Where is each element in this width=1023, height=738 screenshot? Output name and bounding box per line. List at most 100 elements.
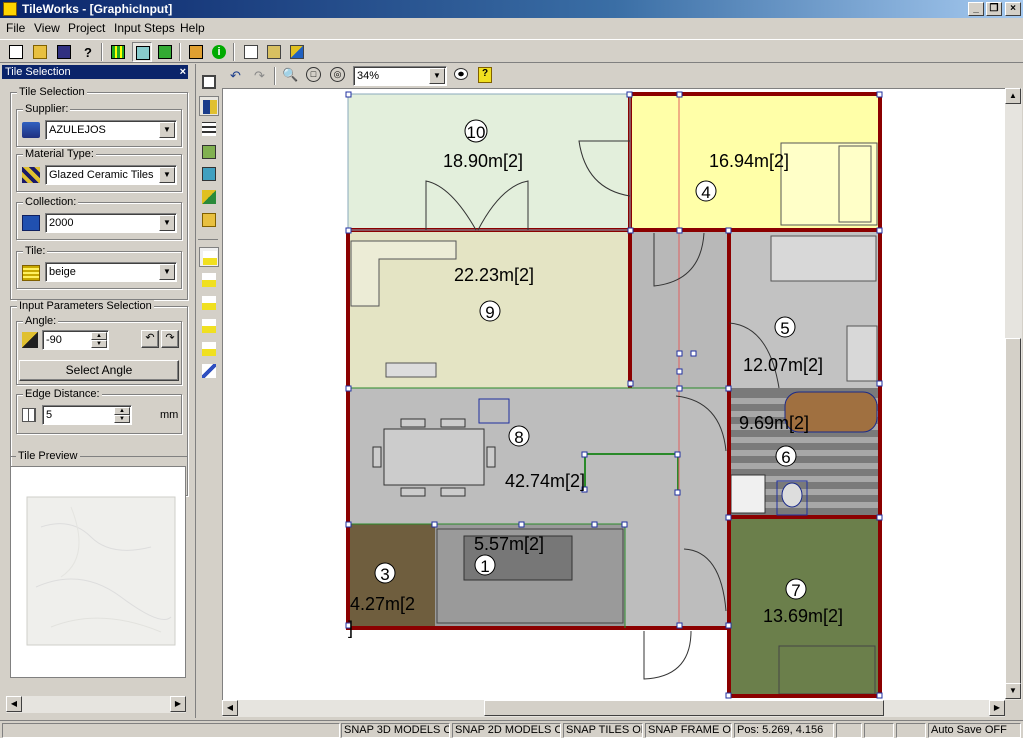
scroll-right-icon[interactable]: ▶ [170,696,186,712]
panel-title: Tile Selection [5,66,71,78]
status-autosave[interactable]: Auto Save OFF [928,723,1021,738]
scroll-left-icon[interactable]: ◀ [222,700,238,716]
close-button[interactable]: × [1005,2,1021,16]
scroll-up-icon[interactable]: ▲ [1005,88,1021,104]
scroll-left-icon[interactable]: ◀ [6,696,22,712]
chevron-down-icon[interactable]: ▼ [429,68,445,84]
grid-view-button[interactable] [108,42,128,62]
graphic-input-button[interactable] [132,42,152,62]
model-tool-button[interactable] [199,142,219,162]
add-point-tool-button[interactable] [199,247,219,267]
spin-down-icon[interactable]: ▼ [91,340,107,348]
menu-project[interactable]: Project [68,21,105,35]
spin-down-icon[interactable]: ▼ [114,415,130,423]
undo-icon[interactable]: ↶ [230,68,241,84]
cube-icon [202,190,216,204]
collection-select[interactable]: 2000 ▼ [45,213,177,233]
door-icon [202,75,216,89]
canvas-horizontal-scrollbar[interactable]: ◀ ▶ [222,700,1005,717]
room-10-area: 18.90m[2] [443,151,523,171]
cube-tool-button[interactable] [199,187,219,207]
scroll-right-icon[interactable]: ▶ [989,700,1005,716]
report-icon [244,45,258,59]
input-params-title: Input Parameters Selection [17,300,154,312]
insert-point-tool-button[interactable] [199,270,219,290]
zoom-value: 34% [357,70,380,82]
eye-icon[interactable] [454,68,468,80]
cabinet-5 [846,325,878,382]
zoom-extents-icon[interactable]: ◎ [330,67,345,82]
zoom-in-icon[interactable]: 🔍 [282,67,298,83]
status-empty-1 [836,723,862,738]
remove-point-tool-button[interactable] [199,316,219,336]
tile-layout-button[interactable] [155,42,175,62]
angle-spinner[interactable]: -90 ▲ ▼ [42,330,109,350]
room-4-area: 16.94m[2] [709,151,789,171]
room-10-number: 10 [467,123,486,142]
edge-distance-label: Edge Distance: [23,388,102,400]
menu-view[interactable]: View [34,21,60,35]
help-button[interactable]: ? [78,42,98,62]
menu-input-steps[interactable]: Input Steps [114,21,175,35]
corridor[interactable] [631,230,729,388]
new-file-button[interactable] [6,42,26,62]
spin-up-icon[interactable]: ▲ [91,332,107,340]
material-type-select[interactable]: Glazed Ceramic Tiles ▼ [45,165,177,185]
3d-view-button[interactable] [287,42,307,62]
report-button[interactable] [241,42,261,62]
chevron-down-icon[interactable]: ▼ [159,122,175,138]
select-angle-button[interactable]: Select Angle [19,360,179,381]
menu-file[interactable]: File [6,21,25,35]
status-snap-tiles[interactable]: SNAP TILES ON [563,723,643,738]
save-button[interactable] [54,42,74,62]
canvas-vertical-scrollbar[interactable]: ▲ ▼ [1005,88,1022,700]
edge-distance-spinner[interactable]: 5 ▲ ▼ [42,405,132,425]
move-point-tool-button[interactable] [199,339,219,359]
collection-label: Collection: [23,196,79,208]
pick-tool-button[interactable] [199,361,219,381]
room-3-area-overflow: ] [348,618,353,638]
door-tool-button[interactable] [199,72,219,92]
horizontal-scroll-thumb[interactable] [484,700,884,716]
layers-button[interactable] [264,42,284,62]
wall-tool-button[interactable] [199,119,219,139]
zoom-select[interactable]: 34% ▼ [353,66,447,86]
panel-close-icon[interactable]: × [180,65,186,79]
status-snap-3d[interactable]: SNAP 3D MODELS ON [341,723,450,738]
minimize-button[interactable]: _ [968,2,984,16]
room-3-area: 4.27m[2 [350,594,415,614]
tile-area-tool-button[interactable] [199,96,219,116]
bathtub-5 [770,235,877,282]
hint-icon[interactable]: ? [478,67,492,83]
room-4-number: 4 [701,183,710,202]
delete-point-tool-button[interactable] [199,293,219,313]
menu-help[interactable]: Help [180,21,205,35]
zoom-window-icon[interactable]: □ [306,67,321,82]
rotate-right-button[interactable]: ↷ [161,330,179,348]
chevron-down-icon[interactable]: ▼ [159,215,175,231]
spin-up-icon[interactable]: ▲ [114,407,130,415]
supplier-select[interactable]: AZULEJOS ▼ [45,120,177,140]
chevron-down-icon[interactable]: ▼ [159,167,175,183]
panel-horizontal-scrollbar[interactable]: ◀ ▶ [6,696,186,713]
image-tool-button[interactable] [199,164,219,184]
status-snap-2d[interactable]: SNAP 2D MODELS ON [452,723,561,738]
drawing-canvas[interactable]: 10 18.90m[2] 16.94m[2] 4 22.23m[2] 9 5 1… [222,88,1005,700]
properties-button[interactable] [186,42,206,62]
redo-icon[interactable]: ↷ [254,68,265,84]
corridor-lower[interactable] [625,524,729,628]
open-file-button[interactable] [30,42,50,62]
tile-select[interactable]: beige ▼ [45,262,177,282]
folder-tool-button[interactable] [199,210,219,230]
rotate-left-button[interactable]: ↶ [141,330,159,348]
material-type-value: Glazed Ceramic Tiles [49,169,154,181]
info-button[interactable]: i [209,42,229,62]
restore-button[interactable]: ❐ [986,2,1002,16]
supplier-label: Supplier: [23,103,71,115]
chevron-down-icon[interactable]: ▼ [159,264,175,280]
scroll-down-icon[interactable]: ▼ [1005,683,1021,699]
vertical-scroll-thumb[interactable] [1005,338,1021,698]
status-snap-frame[interactable]: SNAP FRAME ON [645,723,732,738]
floor-plan[interactable]: 10 18.90m[2] 16.94m[2] 4 22.23m[2] 9 5 1… [223,89,1005,700]
info-icon: i [212,45,226,59]
